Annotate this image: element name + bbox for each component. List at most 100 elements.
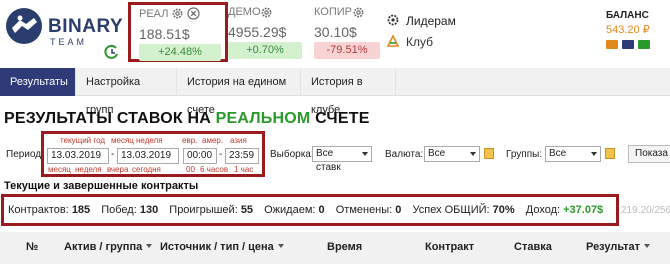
stat-success-value: 70% [492,204,515,216]
currency-value: Все [428,148,446,159]
logo-text-secondary: TEAM [50,37,88,47]
hint-current-year[interactable]: текущий год [60,136,105,145]
stat-faded-value: 219.20/256 [621,205,670,216]
groups-label: Группы: [506,149,543,160]
stat-success-label: Успех ОБЩИЙ: [412,204,490,216]
leaders-label: Лидерам [406,14,456,28]
page-title-suffix: СЧЕТЕ [310,110,370,127]
hint-month-short[interactable]: месяц [48,165,71,174]
hint-month[interactable]: месяц [111,136,134,145]
balance-label: БАЛАНС [606,10,649,21]
tab-single-account-history[interactable]: История на едином счете [177,68,301,116]
account-name: ДЕМО [228,6,261,18]
contracts-title: Текущие и завершенные контракты [4,180,199,192]
sort-icon [277,244,284,248]
currency-label: Валюта: [385,149,424,160]
col-asset-label: Актив / группа [64,241,143,253]
stat-income-label: Доход: [525,204,561,216]
refresh-icon[interactable] [104,44,120,60]
col-asset[interactable]: Актив / группа [64,241,153,253]
col-result[interactable]: Результат [586,241,651,253]
balance-block: БАЛАНС 543.20 ₽ [606,10,650,53]
balance-icons [606,38,650,53]
date-from-input[interactable]: 13.03.2019 [47,148,109,164]
account-name: КОПИР [314,6,352,18]
club-label: Клуб [406,35,433,49]
hint-asia[interactable]: азия [230,136,247,145]
account-amount: 4955.29$ [228,24,287,40]
top-header: BINARY TEAM РЕАЛ 188.51$ +24.48% ДЕМО 49… [0,0,670,66]
tab-group-settings[interactable]: Настройка групп [76,68,177,116]
club-icon [386,34,400,47]
binary-team-logo[interactable]: BINARY TEAM [4,6,124,59]
page-title: РЕЗУЛЬТАТЫ СТАВОК НА РЕАЛЬНОМ СЧЕТЕ [4,110,370,128]
chevron-down-icon [470,152,476,156]
contracts-stats-box: Контрактов: 185 Побед: 130 Проигрышей: 5… [1,194,619,226]
col-stake[interactable]: Ставка [514,241,552,253]
account-demo[interactable]: ДЕМО 4955.29$ +0.70% [222,4,322,60]
chevron-down-icon [591,152,597,156]
period-selector: текущий год месяц неделя евр. амер. азия… [41,131,265,177]
time-to-input[interactable]: 23:59 [225,148,259,164]
stat-pending-label: Ожидаем: [264,204,316,216]
balance-value: 543.20 ₽ [606,24,650,36]
tab-club-history[interactable]: История в клубе [301,68,396,116]
leaders-link[interactable]: Лидерам [386,13,456,28]
account-change-badge: +24.48% [139,44,221,61]
account-amount: 30.10$ [314,24,357,40]
col-time[interactable]: Время [327,241,362,253]
col-number[interactable]: № [26,241,38,253]
stat-losses-label: Проигрышей: [169,204,238,216]
groups-select[interactable]: Все [545,146,601,162]
hint-amer[interactable]: амер. [202,136,223,145]
hint-week[interactable]: неделя [136,136,163,145]
close-icon[interactable] [187,7,200,20]
hint-6h[interactable]: 6 часов [200,165,228,174]
wallet-icon[interactable] [606,38,650,50]
account-real[interactable]: РЕАЛ 188.51$ +24.48% [128,2,228,62]
sort-icon [146,244,153,248]
col-result-label: Результат [586,241,641,253]
gear-icon[interactable] [171,7,184,20]
selection-select[interactable]: Все ставк [312,146,372,173]
logo-text-primary: BINARY [48,16,124,37]
hint-yesterday[interactable]: вчера [107,165,128,174]
club-link[interactable]: Клуб [386,34,433,49]
gear-icon[interactable] [260,6,273,19]
results-table-header: № Актив / группа Источник / тип / цена В… [0,232,670,264]
account-name: РЕАЛ [139,8,169,20]
stat-contracts-value: 185 [71,204,91,216]
account-change-badge: -79.51% [314,42,380,59]
stat-wins-value: 130 [139,204,159,216]
gear-icon[interactable] [352,6,365,19]
tab-results[interactable]: Результаты [0,68,76,96]
stat-losses-value: 55 [240,204,254,216]
hint-1h[interactable]: 1 час [234,165,253,174]
page-title-prefix: РЕЗУЛЬТАТЫ СТАВОК НА [4,110,216,127]
stat-income-value: +37.07$ [563,204,604,216]
currency-settings-icon[interactable] [484,148,494,159]
page-title-highlight: РЕАЛЬНОМ [215,110,311,127]
account-amount: 188.51$ [139,26,190,42]
gear-icon [387,14,399,26]
hint-today[interactable]: сегодня [132,165,161,174]
hint-week-short[interactable]: неделя [75,165,102,174]
hint-eur[interactable]: евр. [182,136,197,145]
filter-row: Период текущий год месяц неделя евр. аме… [0,128,670,178]
date-to-input[interactable]: 13.03.2019 [117,148,179,164]
account-change-badge: +0.70% [228,42,302,59]
currency-select[interactable]: Все [424,146,480,162]
hint-00[interactable]: 00 [186,165,195,174]
time-from-input[interactable]: 00:00 [183,148,217,164]
logo-hands-icon [6,8,42,44]
show-button[interactable]: Показа [628,145,670,163]
time-separator: - [219,149,223,160]
selection-value: Все ставк [316,148,341,173]
groups-settings-icon[interactable] [605,148,615,159]
col-source-label: Источник / тип / цена [160,241,274,253]
chevron-down-icon [362,152,368,156]
period-label: Период [6,149,42,160]
col-contract[interactable]: Контракт [425,241,474,253]
col-source[interactable]: Источник / тип / цена [160,241,284,253]
main-nav: Результаты Настройка групп История на ед… [0,68,670,116]
